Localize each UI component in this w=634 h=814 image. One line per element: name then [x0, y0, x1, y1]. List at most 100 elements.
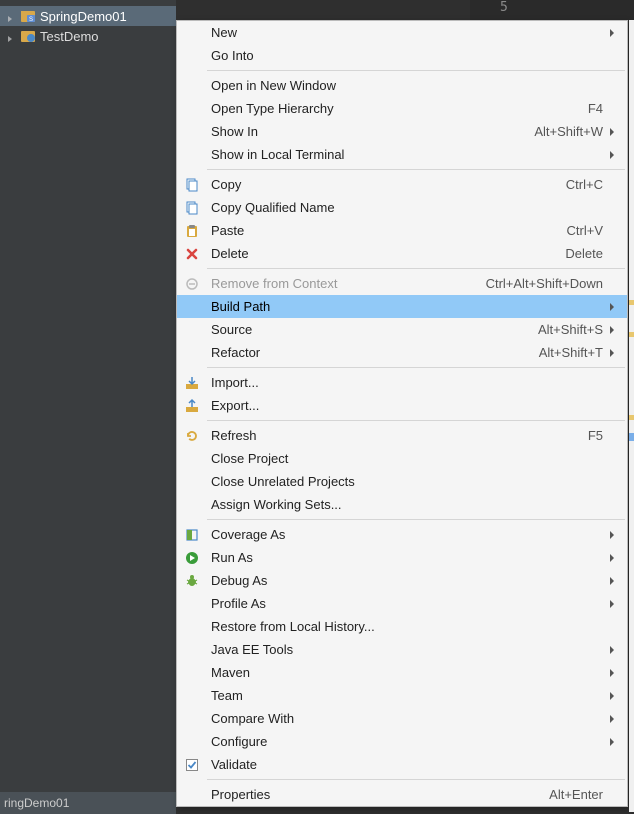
copy-icon — [177, 177, 207, 193]
submenu-arrow-icon — [607, 599, 617, 609]
run-icon — [177, 550, 207, 566]
menu-item-label: Import... — [207, 375, 607, 390]
menu-item-refresh[interactable]: RefreshF5 — [177, 424, 627, 447]
menu-item-remove-from-context: Remove from ContextCtrl+Alt+Shift+Down — [177, 272, 627, 295]
project-explorer[interactable]: SSpringDemo01TestDemo — [0, 0, 176, 814]
menu-item-export[interactable]: Export... — [177, 394, 627, 417]
menu-item-label: Copy — [207, 177, 566, 192]
line-number: 5 — [500, 0, 508, 15]
menu-item-source[interactable]: SourceAlt+Shift+S — [177, 318, 627, 341]
refresh-icon — [177, 428, 207, 444]
menu-item-label: Team — [207, 688, 607, 703]
submenu-arrow-icon — [607, 645, 617, 655]
menu-item-open-in-new-window[interactable]: Open in New Window — [177, 74, 627, 97]
menu-item-validate[interactable]: Validate — [177, 753, 627, 776]
menu-item-go-into[interactable]: Go Into — [177, 44, 627, 67]
delete-icon — [177, 246, 207, 262]
expand-arrow-icon[interactable] — [6, 31, 16, 41]
tree-item-testdemo[interactable]: TestDemo — [0, 26, 176, 46]
menu-item-configure[interactable]: Configure — [177, 730, 627, 753]
menu-item-copy[interactable]: CopyCtrl+C — [177, 173, 627, 196]
submenu-arrow-icon — [607, 553, 617, 563]
menu-separator — [207, 367, 625, 368]
menu-separator — [207, 519, 625, 520]
export-icon — [177, 398, 207, 414]
context-menu[interactable]: New Go Into Open in New Window Open Type Hi… — [176, 20, 628, 807]
menu-item-label: Configure — [207, 734, 607, 749]
submenu-arrow-icon — [607, 714, 617, 724]
menu-item-maven[interactable]: Maven — [177, 661, 627, 684]
submenu-arrow-icon — [607, 127, 617, 137]
menu-item-refactor[interactable]: RefactorAlt+Shift+T — [177, 341, 627, 364]
menu-item-shortcut: Ctrl+V — [567, 223, 607, 238]
menu-item-label: Close Project — [207, 451, 607, 466]
menu-item-label: Build Path — [207, 299, 607, 314]
menu-item-label: Properties — [207, 787, 549, 802]
menu-item-label: Show in Local Terminal — [207, 147, 607, 162]
project-spring-icon: S — [20, 8, 36, 24]
menu-item-compare-with[interactable]: Compare With — [177, 707, 627, 730]
menu-separator — [207, 268, 625, 269]
menu-item-build-path[interactable]: Build Path — [177, 295, 627, 318]
menu-item-shortcut: Ctrl+C — [566, 177, 607, 192]
menu-item-paste[interactable]: PasteCtrl+V — [177, 219, 627, 242]
coverage-icon — [177, 527, 207, 543]
submenu-arrow-icon — [607, 668, 617, 678]
menu-item-delete[interactable]: DeleteDelete — [177, 242, 627, 265]
menu-item-label: Source — [207, 322, 538, 337]
menu-item-debug-as[interactable]: Debug As — [177, 569, 627, 592]
editor-gutter: 5 — [470, 0, 634, 20]
menu-item-show-in-local-terminal[interactable]: Show in Local Terminal — [177, 143, 627, 166]
menu-item-copy-qualified-name[interactable]: Copy Qualified Name — [177, 196, 627, 219]
submenu-arrow-icon — [607, 530, 617, 540]
status-text: ringDemo01 — [4, 796, 69, 810]
menu-item-label: Compare With — [207, 711, 607, 726]
project-web-icon — [20, 28, 36, 44]
submenu-arrow-icon — [607, 691, 617, 701]
menu-item-restore-from-local-history[interactable]: Restore from Local History... — [177, 615, 627, 638]
validate-icon — [177, 757, 207, 773]
menu-item-assign-working-sets[interactable]: Assign Working Sets... — [177, 493, 627, 516]
submenu-arrow-icon — [607, 576, 617, 586]
submenu-arrow-icon — [607, 737, 617, 747]
menu-item-shortcut: Delete — [565, 246, 607, 261]
menu-item-shortcut: F5 — [588, 428, 607, 443]
menu-item-import[interactable]: Import... — [177, 371, 627, 394]
paste-icon — [177, 223, 207, 239]
submenu-arrow-icon — [607, 150, 617, 160]
copy-qualified-icon — [177, 200, 207, 216]
menu-item-team[interactable]: Team — [177, 684, 627, 707]
menu-item-label: Paste — [207, 223, 567, 238]
menu-separator — [207, 169, 625, 170]
menu-item-open-type-hierarchy[interactable]: Open Type HierarchyF4 — [177, 97, 627, 120]
menu-item-label: Java EE Tools — [207, 642, 607, 657]
debug-icon — [177, 573, 207, 589]
submenu-arrow-icon — [607, 28, 617, 38]
svg-text:S: S — [29, 17, 33, 23]
menu-item-run-as[interactable]: Run As — [177, 546, 627, 569]
menu-item-label: New — [207, 25, 607, 40]
menu-item-label: Run As — [207, 550, 607, 565]
submenu-arrow-icon — [607, 302, 617, 312]
menu-item-java-ee-tools[interactable]: Java EE Tools — [177, 638, 627, 661]
menu-item-label: Open in New Window — [207, 78, 607, 93]
menu-item-shortcut: F4 — [588, 101, 607, 116]
menu-item-label: Export... — [207, 398, 607, 413]
menu-item-profile-as[interactable]: Profile As — [177, 592, 627, 615]
menu-item-close-unrelated-projects[interactable]: Close Unrelated Projects — [177, 470, 627, 493]
menu-item-close-project[interactable]: Close Project — [177, 447, 627, 470]
menu-item-label: Coverage As — [207, 527, 607, 542]
menu-item-shortcut: Ctrl+Alt+Shift+Down — [486, 276, 607, 291]
expand-arrow-icon[interactable] — [6, 11, 16, 21]
menu-item-coverage-as[interactable]: Coverage As — [177, 523, 627, 546]
menu-item-shortcut: Alt+Shift+T — [539, 345, 607, 360]
menu-item-shortcut: Alt+Shift+S — [538, 322, 607, 337]
menu-item-new[interactable]: New — [177, 21, 627, 44]
menu-item-properties[interactable]: PropertiesAlt+Enter — [177, 783, 627, 806]
menu-separator — [207, 70, 625, 71]
menu-item-label: Close Unrelated Projects — [207, 474, 607, 489]
tree-item-springdemo01[interactable]: SSpringDemo01 — [0, 6, 176, 26]
menu-item-label: Debug As — [207, 573, 607, 588]
menu-item-show-in[interactable]: Show InAlt+Shift+W — [177, 120, 627, 143]
menu-item-label: Maven — [207, 665, 607, 680]
